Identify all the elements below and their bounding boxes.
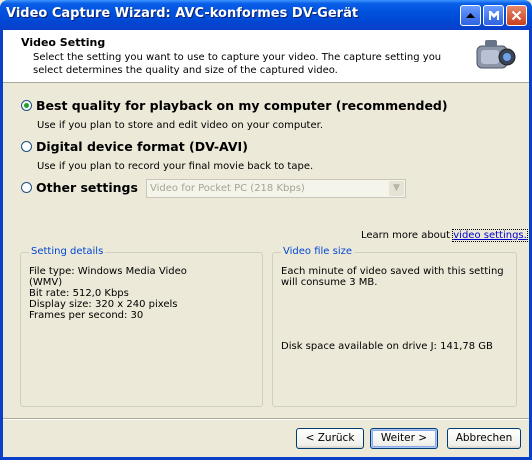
option-dv-avi-desc: Use if you plan to record your final mov… bbox=[37, 161, 314, 172]
option-other-settings-label[interactable]: Other settings bbox=[36, 180, 138, 195]
setting-details-legend: Setting details bbox=[29, 246, 106, 257]
option-best-quality-label[interactable]: Best quality for playback on my computer… bbox=[36, 98, 448, 113]
learn-more-prefix: Learn more about bbox=[361, 230, 451, 241]
wizard-window: Video Capture Wizard: AVC-konformes DV-G… bbox=[0, 0, 532, 460]
other-settings-select[interactable]: Video for Pocket PC (218 Kbps) ▼ bbox=[146, 179, 406, 198]
radio-other-settings[interactable] bbox=[21, 182, 32, 193]
header-title: Video Setting bbox=[21, 36, 106, 49]
video-file-size-text: Each minute of video saved with this set… bbox=[281, 266, 504, 288]
radio-dv-avi[interactable] bbox=[21, 141, 32, 152]
option-dv-avi-label[interactable]: Digital device format (DV-AVI) bbox=[36, 139, 248, 154]
option-other-settings[interactable]: Other settings bbox=[21, 180, 138, 195]
close-button[interactable] bbox=[506, 5, 527, 26]
disk-space-text: Disk space available on drive J: 141,78 … bbox=[281, 341, 493, 352]
help-icon bbox=[488, 11, 499, 20]
wizard-header: Video Setting Select the setting you wan… bbox=[3, 30, 529, 83]
back-button[interactable]: < Zurück bbox=[296, 428, 364, 449]
radio-best-quality[interactable] bbox=[21, 100, 32, 111]
header-description: Select the setting you want to use to ca… bbox=[33, 52, 442, 76]
title-bar[interactable]: Video Capture Wizard: AVC-konformes DV-G… bbox=[0, 0, 532, 30]
option-best-quality-desc: Use if you plan to store and edit video … bbox=[37, 120, 324, 131]
other-settings-value: Video for Pocket PC (218 Kbps) bbox=[150, 183, 305, 194]
next-button[interactable]: Weiter > bbox=[370, 428, 438, 449]
video-file-size-legend: Video file size bbox=[281, 246, 354, 257]
footer-separator bbox=[3, 418, 529, 420]
setting-details-text: File type: Windows Media Video (WMV) Bit… bbox=[29, 266, 187, 321]
video-file-size-group: Video file size Each minute of video sav… bbox=[272, 246, 517, 407]
video-settings-link[interactable]: video settings. bbox=[452, 229, 528, 242]
option-dv-avi[interactable]: Digital device format (DV-AVI) bbox=[21, 139, 248, 154]
setting-details-group: Setting details File type: Windows Media… bbox=[20, 246, 263, 407]
minimize-button[interactable] bbox=[460, 5, 481, 26]
window-title: Video Capture Wizard: AVC-konformes DV-G… bbox=[6, 6, 359, 21]
help-button[interactable] bbox=[483, 5, 504, 26]
minimize-icon bbox=[466, 13, 475, 18]
chevron-down-icon[interactable]: ▼ bbox=[389, 181, 404, 196]
close-icon bbox=[511, 10, 522, 21]
option-best-quality[interactable]: Best quality for playback on my computer… bbox=[21, 98, 448, 113]
camcorder-icon bbox=[476, 40, 516, 69]
learn-more: Learn more about video settings. bbox=[361, 229, 528, 242]
cancel-button[interactable]: Abbrechen bbox=[447, 428, 521, 449]
